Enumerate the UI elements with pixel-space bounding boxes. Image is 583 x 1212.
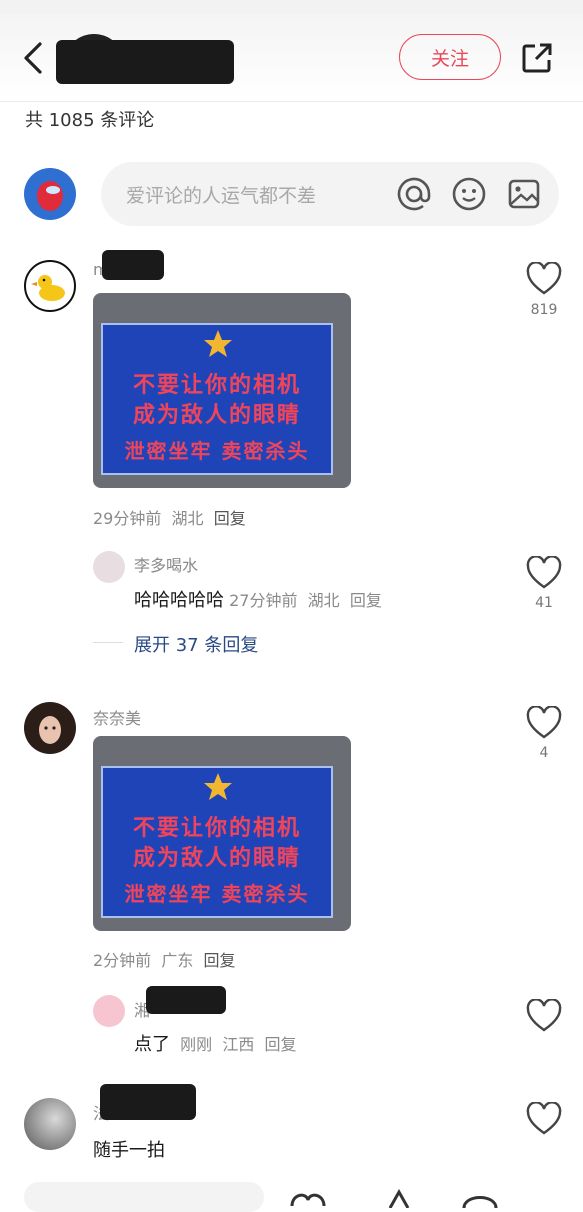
- like-count: 4: [539, 745, 549, 761]
- comment-count: 共 1085 条评论: [25, 110, 155, 131]
- comment-meta: 2分钟前 广东 回复: [93, 947, 236, 971]
- reply-button[interactable]: 回复: [214, 509, 246, 528]
- emoji-icon[interactable]: [451, 176, 487, 212]
- comment-username: 奈奈美: [93, 709, 142, 728]
- reply-text: 点了: [134, 1034, 170, 1055]
- reply-button[interactable]: 回复: [204, 951, 236, 970]
- reply-avatar[interactable]: [93, 995, 125, 1027]
- heart-icon[interactable]: [526, 1102, 562, 1136]
- username-redacted: [100, 1084, 196, 1120]
- reply-text: 哈哈哈哈哈: [134, 590, 224, 611]
- heart-icon[interactable]: [526, 262, 562, 296]
- duck-icon: [31, 275, 65, 301]
- comment-avatar[interactable]: [24, 1098, 76, 1150]
- back-arrow-icon[interactable]: [18, 38, 52, 78]
- reply-row: 哈哈哈哈哈 27分钟前 湖北 回复: [134, 586, 382, 612]
- heart-icon[interactable]: [526, 706, 562, 740]
- reply-time: 刚刚: [180, 1035, 213, 1054]
- sign-line-2: 成为敌人的眼睛: [132, 403, 301, 428]
- avatar-character-icon: [37, 181, 63, 211]
- divider: [0, 101, 583, 102]
- reply-button[interactable]: 回复: [265, 1035, 297, 1054]
- sign-line-3: 泄密坐牢 卖密杀头: [124, 882, 310, 906]
- comment-time: 29分钟前: [93, 509, 162, 528]
- heart-icon[interactable]: [526, 556, 562, 590]
- comment-avatar[interactable]: [24, 702, 76, 754]
- comment-time: 2分钟前: [93, 951, 152, 970]
- sign-board: 不要让你的相机 成为敌人的眼睛 泄密坐牢 卖密杀头: [101, 323, 333, 475]
- my-avatar[interactable]: [24, 168, 76, 220]
- sign-board: 不要让你的相机 成为敌人的眼睛 泄密坐牢 卖密杀头: [101, 766, 333, 918]
- reply-location: 湖北: [307, 591, 340, 610]
- username-redacted: [102, 250, 164, 280]
- heart-icon[interactable]: [288, 1188, 328, 1208]
- expand-replies-link[interactable]: 展开 37 条回复: [134, 631, 258, 657]
- sign-line-1: 不要让你的相机: [132, 816, 301, 841]
- reply-avatar[interactable]: [93, 551, 125, 583]
- reply-time: 27分钟前: [229, 591, 298, 610]
- star-emblem-icon: [204, 330, 232, 357]
- like-count: 819: [530, 302, 558, 318]
- reply-row: 点了 刚刚 江西 回复: [134, 1030, 297, 1056]
- reply-button[interactable]: 回复: [350, 591, 382, 610]
- expand-divider: [93, 642, 123, 643]
- star-emblem-icon: [204, 773, 232, 800]
- username-redacted: [146, 986, 226, 1014]
- star-icon[interactable]: [384, 1188, 414, 1208]
- like-count: 41: [535, 595, 553, 611]
- image-icon[interactable]: [506, 176, 542, 212]
- comment-location: 广东: [161, 951, 194, 970]
- comment-image[interactable]: 不要让你的相机 成为敌人的眼睛 泄密坐牢 卖密杀头: [93, 293, 351, 488]
- comment-avatar[interactable]: [24, 260, 76, 312]
- comment-meta: 29分钟前 湖北 回复: [93, 505, 246, 529]
- avatar-portrait-icon: [39, 716, 61, 744]
- share-icon[interactable]: [519, 40, 555, 76]
- comment-input-placeholder: 爱评论的人运气都不差: [126, 185, 317, 207]
- author-name-redacted: [56, 40, 234, 84]
- mention-icon[interactable]: [396, 176, 432, 212]
- sign-line-3: 泄密坐牢 卖密杀头: [124, 439, 310, 463]
- follow-button[interactable]: 关注: [399, 34, 501, 80]
- status-bar: [0, 0, 583, 14]
- comment-icon[interactable]: [460, 1188, 500, 1208]
- sign-line-1: 不要让你的相机: [132, 373, 301, 398]
- reply-username: 李多喝水: [134, 556, 199, 575]
- bottom-comment-input[interactable]: [24, 1182, 264, 1212]
- heart-icon[interactable]: [526, 999, 562, 1033]
- comment-image[interactable]: 不要让你的相机 成为敌人的眼睛 泄密坐牢 卖密杀头: [93, 736, 351, 931]
- reply-location: 江西: [222, 1035, 255, 1054]
- sign-line-2: 成为敌人的眼睛: [132, 846, 301, 871]
- comment-text: 随手一拍: [93, 1140, 165, 1161]
- bottom-action-bar: [0, 1180, 583, 1212]
- comment-location: 湖北: [171, 509, 204, 528]
